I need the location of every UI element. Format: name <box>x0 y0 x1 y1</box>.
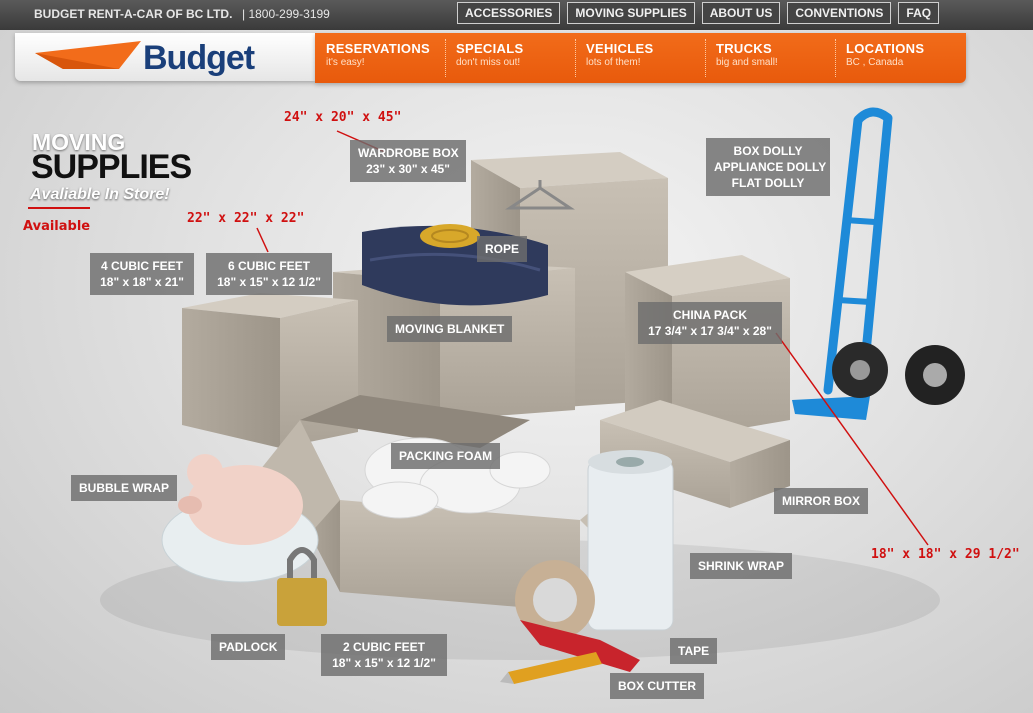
label-shrink-wrap[interactable]: SHRINK WRAP <box>690 553 792 579</box>
label-title: CHINA PACK <box>673 308 747 322</box>
heading-supplies: SUPPLIES <box>31 148 192 186</box>
label-mirror-box[interactable]: MIRROR BOX <box>774 488 868 514</box>
annotation-underline <box>28 207 90 209</box>
label-dims: 18" x 18" x 21" <box>100 275 184 289</box>
label-title: 2 CUBIC FEET <box>342 640 425 654</box>
label-title: WARDROBE BOX <box>358 146 459 160</box>
label-padlock[interactable]: PADLOCK <box>211 634 286 660</box>
label-four-cubic-feet[interactable]: 4 CUBIC FEET 18" x 18" x 21" <box>90 253 194 295</box>
label-title: 4 CUBIC FEET <box>100 259 183 273</box>
shrink-wrap <box>587 450 674 631</box>
label-six-cubic-feet[interactable]: 6 CUBIC FEET 18" x 15" x 12 1/2" <box>206 253 332 295</box>
label-moving-blanket[interactable]: MOVING BLANKET <box>387 316 513 342</box>
label-dims: 18" x 15" x 12 1/2" <box>217 275 321 289</box>
label-title: 6 CUBIC FEET <box>227 259 310 273</box>
label-box-cutter[interactable]: BOX CUTTER <box>610 673 704 699</box>
heading-available-in-store: Avaliable In Store! <box>30 186 170 203</box>
annotation-six-cubic-size: 22" x 22" x 22" <box>187 211 305 226</box>
label-box-dolly: BOX DOLLY <box>733 144 803 158</box>
products-illustration <box>100 107 965 684</box>
label-bubble-wrap[interactable]: BUBBLE WRAP <box>71 475 177 501</box>
label-china-pack[interactable]: CHINA PACK 17 3/4" x 17 3/4" x 28" <box>638 302 782 344</box>
label-dims: 23" x 30" x 45" <box>366 162 450 176</box>
label-dollies[interactable]: BOX DOLLY APPLIANCE DOLLY FLAT DOLLY <box>706 138 830 196</box>
label-dims: 17 3/4" x 17 3/4" x 28" <box>648 324 772 338</box>
label-wardrobe-box[interactable]: WARDROBE BOX 23" x 30" x 45" <box>350 140 466 182</box>
label-flat-dolly: FLAT DOLLY <box>731 176 805 190</box>
annotation-china-size: 18" x 18" x 29 1/2" <box>871 547 1020 562</box>
annotation-available: Available <box>23 219 91 234</box>
label-tape[interactable]: TAPE <box>670 638 718 664</box>
label-two-cubic-feet[interactable]: 2 CUBIC FEET 18" x 15" x 12 1/2" <box>321 634 447 676</box>
label-appliance-dolly: APPLIANCE DOLLY <box>714 160 827 174</box>
label-packing-foam[interactable]: PACKING FOAM <box>391 443 501 469</box>
label-dims: 18" x 15" x 12 1/2" <box>332 656 436 670</box>
annotation-wardrobe-size: 24" x 20" x 45" <box>284 110 402 125</box>
label-rope[interactable]: ROPE <box>477 236 528 262</box>
